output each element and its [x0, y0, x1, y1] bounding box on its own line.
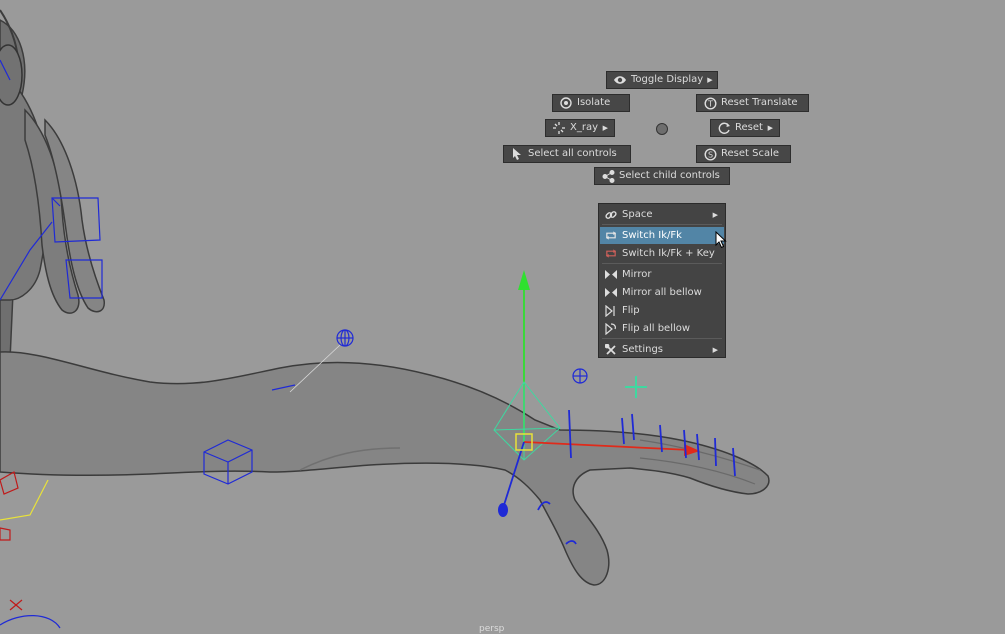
reset-translate-label: Reset Translate — [721, 97, 798, 108]
submenu-arrow-icon: ▶ — [712, 345, 718, 354]
switch-key-icon — [605, 248, 617, 260]
menu-item-mirror[interactable]: Mirror — [600, 266, 724, 283]
flip-all-icon — [605, 322, 617, 335]
reset-scale-button[interactable]: S Reset Scale — [696, 145, 791, 163]
x-ray-button[interactable]: X_ray ▶ — [545, 119, 615, 137]
body-controls-left[interactable] — [0, 471, 61, 629]
menu-item-flip[interactable]: Flip — [600, 302, 724, 319]
wrist-locator[interactable] — [572, 368, 588, 384]
marking-menu-center — [656, 123, 668, 135]
menu-item-switch-ik-fk-key[interactable]: Switch Ik/Fk + Key — [600, 245, 724, 262]
x-ray-icon — [552, 121, 566, 135]
mirror-icon — [605, 269, 617, 281]
reset-button[interactable]: Reset ▶ — [710, 119, 780, 137]
menu-item-label: Mirror all bellow — [622, 287, 702, 298]
isolate-label: Isolate — [577, 97, 611, 108]
menu-item-label: Flip — [622, 305, 640, 316]
submenu-arrow-icon: ▶ — [602, 124, 608, 132]
submenu-arrow-icon: ▶ — [707, 76, 713, 84]
character-body-mesh — [0, 9, 105, 361]
reset-icon — [717, 121, 731, 135]
switch-icon — [605, 230, 617, 242]
menu-item-switch-ik-fk[interactable]: Switch Ik/Fk — [600, 227, 724, 244]
viewport-3d[interactable] — [0, 0, 1005, 632]
menu-item-flip-all-bellow[interactable]: Flip all bellow — [600, 320, 724, 337]
select-all-controls-label: Select all controls — [528, 148, 617, 159]
isolate-icon — [559, 96, 573, 110]
menu-item-space[interactable]: Space ▶ — [600, 206, 724, 223]
toggle-display-button[interactable]: Toggle Display ▶ — [606, 71, 718, 89]
reset-scale-label: Reset Scale — [721, 148, 780, 159]
svg-text:T: T — [707, 99, 713, 108]
arm-mesh — [0, 351, 770, 586]
menu-item-mirror-all-bellow[interactable]: Mirror all bellow — [600, 284, 724, 301]
reset-scale-icon: S — [703, 147, 717, 161]
select-child-controls-label: Select child controls — [619, 170, 720, 181]
menu-item-label: Flip all bellow — [622, 323, 691, 334]
cyan-cross-locator[interactable] — [625, 376, 647, 398]
camera-label: persp — [479, 624, 505, 634]
menu-item-label: Settings — [622, 344, 664, 355]
menu-separator — [602, 263, 722, 264]
flip-icon — [605, 304, 617, 317]
submenu-arrow-icon: ▶ — [712, 210, 718, 219]
x-ray-label: X_ray — [570, 122, 599, 133]
svg-text:S: S — [707, 150, 712, 159]
menu-item-label: Switch Ik/Fk — [622, 230, 682, 241]
cursor-arrow-icon — [510, 147, 524, 161]
reset-label: Reset — [735, 122, 763, 133]
eye-icon — [613, 73, 627, 87]
reset-translate-button[interactable]: T Reset Translate — [696, 94, 809, 112]
menu-item-label: Space — [622, 209, 653, 220]
select-all-controls-button[interactable]: Select all controls — [503, 145, 631, 163]
context-menu: Space ▶ Switch Ik/Fk Switch Ik/Fk + Key … — [598, 203, 726, 358]
menu-separator — [602, 224, 722, 225]
mouse-cursor-icon — [715, 231, 727, 249]
reset-translate-icon: T — [703, 96, 717, 110]
hierarchy-icon — [601, 169, 615, 183]
isolate-button[interactable]: Isolate — [552, 94, 630, 112]
menu-item-label: Mirror — [622, 269, 652, 280]
select-child-controls-button[interactable]: Select child controls — [594, 167, 730, 185]
menu-item-label: Switch Ik/Fk + Key — [622, 248, 715, 259]
wrench-icon — [605, 343, 617, 356]
submenu-arrow-icon: ▶ — [767, 124, 773, 132]
mirror-all-icon — [605, 287, 617, 299]
link-icon — [605, 209, 617, 221]
menu-item-settings[interactable]: Settings ▶ — [600, 341, 724, 358]
toggle-display-label: Toggle Display — [631, 74, 704, 85]
menu-separator — [602, 338, 722, 339]
